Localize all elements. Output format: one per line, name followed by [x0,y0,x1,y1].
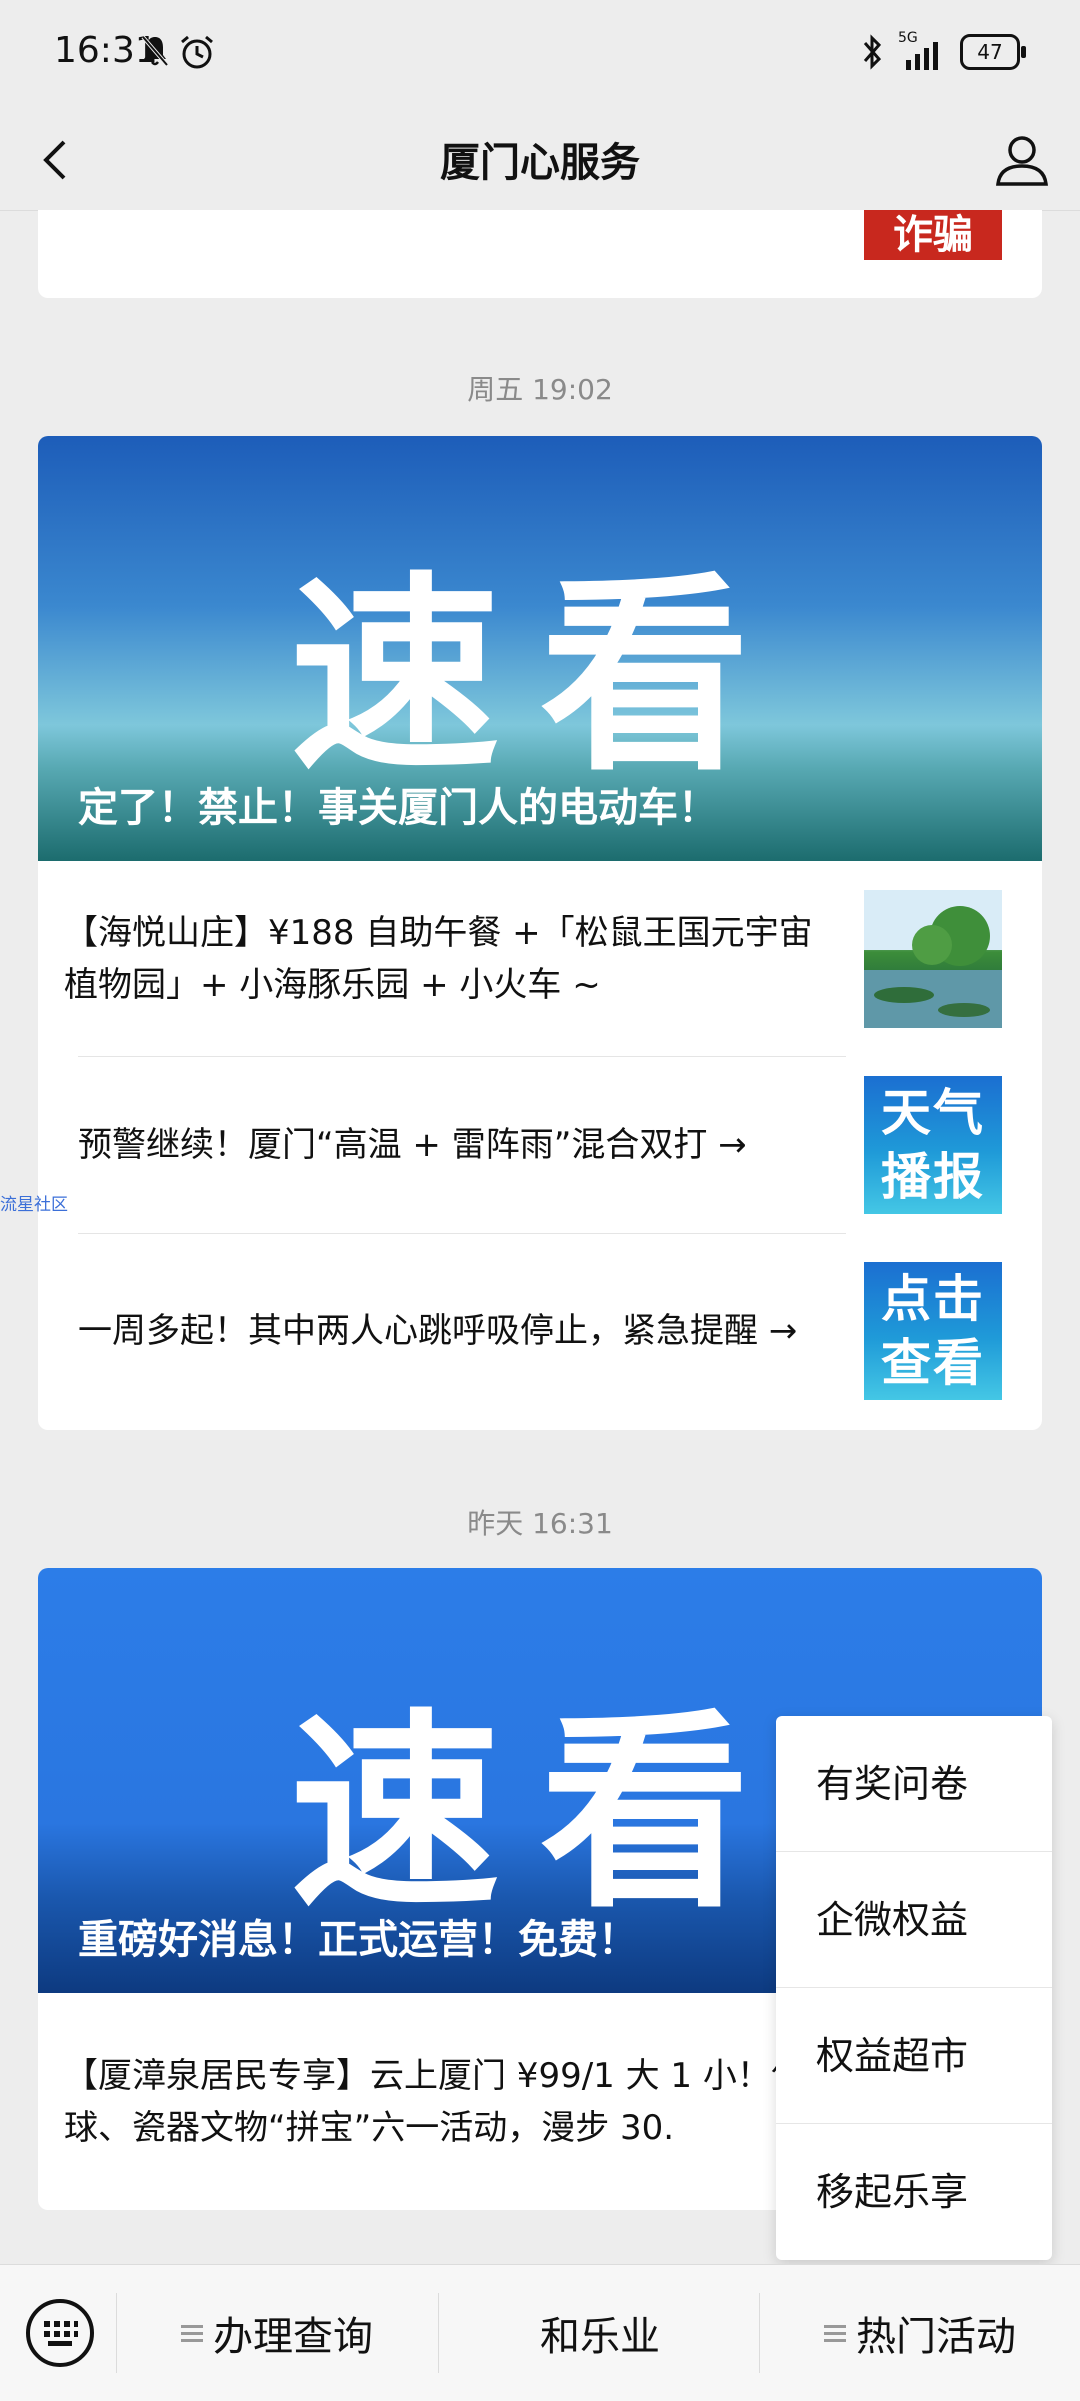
mute-bell-icon [141,35,169,67]
previous-article-card[interactable]: 诈骗 [38,210,1042,298]
hero-banner[interactable]: 速看 定了！禁止！事关厦门人的电动车！ [38,436,1042,861]
list-item[interactable]: 一周多起！其中两人心跳呼吸停止，紧急提醒 → 点击查看 [38,1233,1042,1429]
article-title: 一周多起！其中两人心跳呼吸停止，紧急提醒 → [78,1311,798,1351]
article-title: 【海悦山庄】¥188 自助午餐 +「松鼠王国元宇宙植物园」+ 小海豚乐园 + 小… [64,913,813,1005]
bluetooth-icon [863,34,882,70]
network-type: 5G [898,30,918,46]
menu-label: 热门活动 [856,2314,1016,2360]
list-item[interactable]: 预警继续！厦门“高温 + 雷阵雨”混合双打 → 天气播报 [38,1057,1042,1233]
status-icons-right: 5G 47 [860,30,1026,70]
article-thumbnail: 天气播报 [864,1076,1002,1214]
nav-bar: 厦门心服务 [0,110,1080,211]
page-title: 厦门心服务 [440,140,640,186]
signal-5g-icon: 5G [898,30,946,70]
message-timestamp: 周五 19:02 [467,373,613,406]
menu-item-heleye[interactable]: 和乐业 [440,2265,760,2401]
article-title: 预警继续！厦门“高温 + 雷阵雨”混合双打 → [78,1125,747,1165]
list-icon [181,2321,203,2346]
profile-icon[interactable] [992,130,1052,190]
menu-item-hot-activities[interactable]: 热门活动 [760,2265,1080,2401]
article-title: 【厦漳泉居民专享】云上厦门 ¥99/1 大 1 小！气球、瓷器文物“拼宝”六一活… [64,2055,805,2148]
popup-item-benefits-market[interactable]: 权益超市 [776,1988,1052,2124]
article-thumbnail-photo [864,890,1002,1028]
side-label: 流星社区 [0,1195,68,1215]
hero-headline: 速看 [289,554,790,799]
bottom-menu-bar: 办理查询 和乐业 热门活动 [0,2264,1080,2401]
hero-caption: 定了！禁止！事关厦门人的电动车！ [78,785,718,831]
popup-item-wecom-benefits[interactable]: 企微权益 [776,1852,1052,1988]
hero-caption: 重磅好消息！正式运营！免费！ [78,1917,638,1963]
message-timestamp: 昨天 16:31 [467,1507,613,1540]
tree-lake-image [864,890,1002,1028]
menu-item-handle-query[interactable]: 办理查询 [116,2265,438,2401]
article-card-1: 速看 定了！禁止！事关厦门人的电动车！ 【海悦山庄】¥188 自助午餐 +「松鼠… [38,436,1042,1430]
separator [438,2293,439,2373]
article-thumbnail: 点击查看 [864,1262,1002,1400]
popup-item-yiqi-enjoy[interactable]: 移起乐享 [776,2124,1052,2260]
battery-level: 47 [977,40,1003,64]
list-icon [824,2321,846,2346]
popup-menu: 有奖问卷 企微权益 权益超市 移起乐享 [776,1716,1052,2260]
status-icons-left [140,34,216,70]
status-bar: 16:31 5G 47 [0,0,1080,110]
keyboard-icon[interactable] [24,2297,96,2369]
fraud-thumbnail: 诈骗 [864,210,1002,260]
popup-item-survey[interactable]: 有奖问卷 [776,1716,1052,1852]
menu-label: 和乐业 [540,2314,660,2360]
list-item[interactable]: 【海悦山庄】¥188 自助午餐 +「松鼠王国元宇宙植物园」+ 小海豚乐园 + 小… [38,861,1042,1057]
battery-icon: 47 [960,34,1026,70]
alarm-icon [181,35,213,69]
menu-label: 办理查询 [213,2314,373,2360]
